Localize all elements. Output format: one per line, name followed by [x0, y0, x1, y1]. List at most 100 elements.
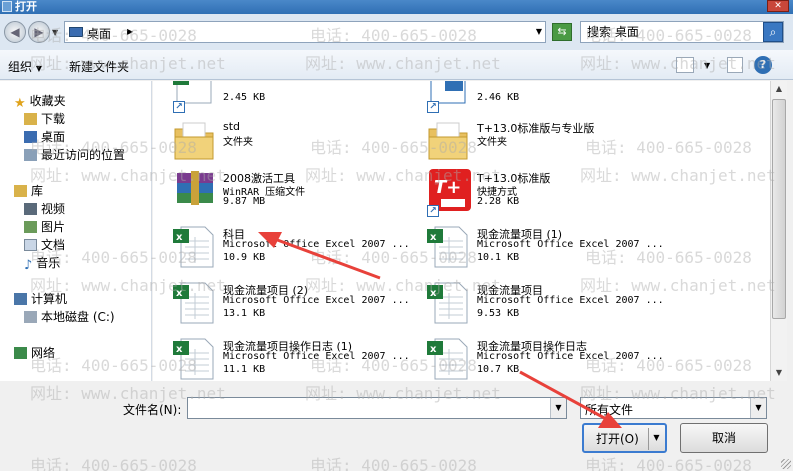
nav-local-disk-label: 本地磁盘 (C:) [41, 310, 115, 324]
nav-documents[interactable]: 文档 [24, 236, 65, 253]
file-tile[interactable]: x 现金流量项目操作日志 (1) Microsoft Office Excel … [171, 335, 421, 381]
nav-downloads[interactable]: 下载 [24, 110, 65, 127]
file-tile[interactable]: x 现金流量项目操作日志 Microsoft Office Excel 2007… [425, 335, 675, 381]
refresh-icon[interactable]: ⇆ [552, 23, 572, 41]
chevron-down-icon[interactable]: ▼ [650, 425, 663, 451]
nav-network-label: 网络 [31, 346, 56, 360]
shortcut-arrow-icon: ↗ [427, 101, 439, 113]
file-size: 2.46 KB [477, 92, 520, 103]
back-button[interactable]: ◀ [4, 21, 26, 43]
help-icon[interactable]: ? [754, 56, 772, 74]
libraries-icon [14, 185, 27, 197]
filename-input[interactable] [191, 400, 541, 416]
nav-desktop[interactable]: 桌面 [24, 128, 65, 145]
excel-icon: x [173, 226, 214, 268]
file-size: 2.45 KB [223, 92, 266, 103]
documents-icon [24, 239, 37, 251]
search-icon[interactable]: ⌕ [763, 22, 783, 42]
videos-icon [24, 203, 37, 215]
file-tile[interactable]: ↗ 2.45 KB [171, 81, 421, 115]
recent-places-icon [24, 149, 37, 161]
organize-label: 组织 [8, 60, 33, 74]
filetype-select[interactable]: 所有文件 ▼ [580, 397, 767, 419]
shortcut-arrow-icon: ↗ [173, 101, 185, 113]
organize-button[interactable]: 组织 ▼ [8, 58, 42, 75]
preview-pane-icon[interactable] [727, 57, 743, 73]
file-tile[interactable]: x 科目 Microsoft Office Excel 2007 ... 10.… [171, 223, 421, 275]
file-tile[interactable]: 2008激活工具 WinRAR 压缩文件 9.87 MB [171, 167, 421, 219]
address-bar[interactable]: 桌面 ▶ ▼ [64, 21, 546, 43]
close-icon[interactable]: ✕ [767, 0, 789, 12]
cancel-button[interactable]: 取消 [680, 423, 768, 453]
nav-documents-label: 文档 [41, 238, 66, 252]
filename-label: 文件名(N): [123, 403, 182, 417]
file-tile[interactable]: T+ ↗ T+13.0标准版 快捷方式 2.28 KB [425, 167, 675, 219]
excel-icon: x [173, 282, 214, 324]
nav-recent[interactable]: 最近访问的位置 [24, 146, 125, 163]
scroll-up-icon[interactable]: ▲ [771, 81, 787, 97]
chevron-right-icon[interactable]: ▶ [127, 27, 133, 36]
network-icon [14, 347, 27, 359]
file-tile[interactable]: x 现金流量项目 (2) Microsoft Office Excel 2007… [171, 279, 421, 331]
view-options-icon[interactable] [676, 57, 694, 73]
nav-videos[interactable]: 视频 [24, 200, 65, 217]
scroll-down-icon[interactable]: ▼ [771, 365, 787, 381]
nav-network[interactable]: 网络 [14, 344, 55, 361]
resize-grip-icon[interactable] [781, 459, 791, 469]
filename-combobox[interactable]: ▼ [187, 397, 567, 419]
winrar-icon [177, 171, 213, 205]
file-size: 10.1 KB [477, 252, 520, 263]
nav-desktop-label: 桌面 [41, 130, 66, 144]
nav-libraries[interactable]: 库 [14, 182, 43, 199]
chevron-down-icon[interactable]: ▼ [750, 398, 766, 418]
nav-libraries-label: 库 [31, 184, 44, 198]
file-type: Microsoft Office Excel 2007 ... [477, 295, 664, 306]
nav-pictures[interactable]: 图片 [24, 218, 65, 235]
view-dropdown-icon[interactable]: ▼ [704, 61, 710, 70]
breadcrumb[interactable]: 桌面 [87, 25, 111, 42]
file-size: 2.28 KB [477, 196, 520, 207]
window-title: 打开 [15, 0, 37, 13]
svg-text:x: x [176, 344, 183, 355]
file-tile[interactable]: x 现金流量项目 (1) Microsoft Office Excel 2007… [425, 223, 675, 275]
vertical-scrollbar[interactable]: ▲ ▼ [770, 81, 787, 381]
file-type: Microsoft Office Excel 2007 ... [223, 295, 410, 306]
computer-icon [14, 293, 27, 305]
file-tile[interactable]: ↗ 2.46 KB [425, 81, 675, 115]
file-size: 11.1 KB [223, 364, 266, 375]
svg-text:x: x [430, 232, 437, 243]
nav-computer[interactable]: 计算机 [14, 290, 67, 307]
address-row: ◀ ▶ ▼ 桌面 ▶ ▼ ⇆ ⌕ [0, 14, 793, 50]
file-tile[interactable]: x 现金流量项目 Microsoft Office Excel 2007 ...… [425, 279, 675, 331]
file-tile[interactable]: std 文件夹 [171, 117, 421, 169]
search-input[interactable] [587, 24, 757, 40]
folder-icon [174, 122, 214, 160]
star-icon: ★ [14, 96, 26, 111]
nav-favorites[interactable]: ★ 收藏夹 [14, 92, 66, 111]
file-list: ↗ 2.45 KB ↗ 2.46 KB std 文件夹 T+13.0标准版与专业… [153, 81, 778, 381]
desktop-icon [69, 27, 83, 37]
file-name: std [223, 120, 241, 133]
nav-music[interactable]: ♪ 音乐 [24, 254, 61, 273]
scroll-thumb[interactable] [772, 99, 786, 319]
excel-icon: x [427, 226, 468, 268]
file-type: Microsoft Office Excel 2007 ... [477, 239, 664, 250]
file-type: 文件夹 [477, 137, 507, 148]
nav-local-disk[interactable]: 本地磁盘 (C:) [24, 308, 115, 325]
window-icon [2, 1, 12, 12]
file-tile[interactable]: T+13.0标准版与专业版 文件夹 [425, 117, 675, 169]
chevron-down-icon[interactable]: ▼ [550, 398, 566, 418]
pictures-icon [24, 221, 37, 233]
new-folder-button[interactable]: 新建文件夹 [69, 58, 129, 75]
file-type: 文件夹 [223, 137, 253, 148]
chevron-down-icon[interactable]: ▼ [536, 27, 542, 36]
search-box[interactable] [580, 21, 784, 43]
desktop-icon [24, 131, 37, 143]
excel-icon: x [427, 338, 468, 380]
chevron-down-icon: ▼ [35, 64, 42, 73]
recent-pages-dropdown-icon[interactable]: ▼ [52, 28, 58, 37]
forward-button[interactable]: ▶ [28, 21, 50, 43]
open-button[interactable]: 打开(O) ▼ [582, 423, 667, 453]
file-type: Microsoft Office Excel 2007 ... [223, 239, 410, 250]
nav-music-label: 音乐 [36, 256, 61, 270]
